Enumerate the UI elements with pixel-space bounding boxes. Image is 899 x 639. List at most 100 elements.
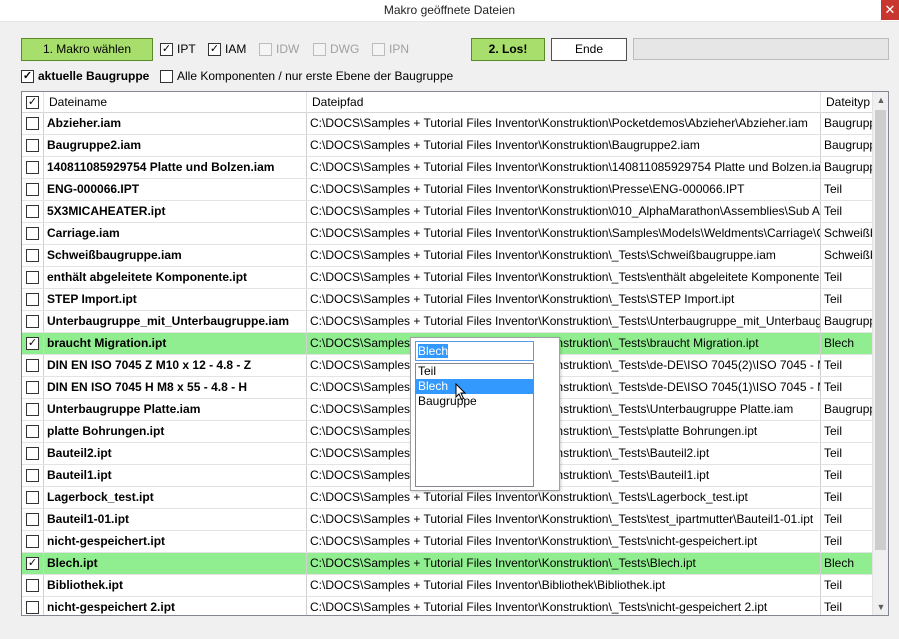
row-select-cell[interactable] bbox=[22, 509, 44, 530]
checkbox-box[interactable] bbox=[160, 69, 173, 83]
close-icon[interactable]: ✕ bbox=[881, 0, 899, 20]
cell-filepath[interactable]: C:\DOCS\Samples + Tutorial Files Invento… bbox=[307, 487, 821, 508]
current-assembly-checkbox[interactable]: ✓ aktuelle Baugruppe bbox=[21, 68, 149, 84]
row-checkbox[interactable] bbox=[26, 403, 39, 416]
row-select-cell[interactable] bbox=[22, 377, 44, 398]
row-select-cell[interactable] bbox=[22, 443, 44, 464]
cell-filepath[interactable]: C:\DOCS\Samples + Tutorial Files Invento… bbox=[307, 597, 821, 615]
all-components-checkbox[interactable]: Alle Komponenten / nur erste Ebene der B… bbox=[160, 68, 453, 84]
row-select-cell[interactable]: ✓ bbox=[22, 333, 44, 354]
cell-filename[interactable]: nicht-gespeichert 2.ipt bbox=[44, 597, 307, 615]
cell-filename[interactable]: Schweißbaugruppe.iam bbox=[44, 245, 307, 266]
scroll-up-icon[interactable]: ▲ bbox=[873, 92, 888, 108]
type-dropdown-input[interactable]: Blech bbox=[415, 341, 534, 361]
row-select-cell[interactable] bbox=[22, 399, 44, 420]
cell-filename[interactable]: Bauteil1-01.ipt bbox=[44, 509, 307, 530]
cell-filepath[interactable]: C:\DOCS\Samples + Tutorial Files Invento… bbox=[307, 289, 821, 310]
row-checkbox[interactable] bbox=[26, 315, 39, 328]
table-row[interactable]: enthält abgeleitete Komponente.ipt C:\DOC… bbox=[22, 267, 874, 289]
row-checkbox[interactable] bbox=[26, 579, 39, 592]
column-header-filetype[interactable]: Dateityp bbox=[821, 92, 874, 113]
cell-filetype[interactable]: Teil bbox=[821, 355, 874, 376]
row-select-cell[interactable] bbox=[22, 289, 44, 310]
filter-iam-checkbox[interactable]: ✓ IAM bbox=[208, 41, 246, 57]
dropdown-option[interactable]: Blech bbox=[416, 379, 533, 394]
row-select-cell[interactable]: ✓ bbox=[22, 553, 44, 574]
row-select-cell[interactable] bbox=[22, 465, 44, 486]
row-select-cell[interactable] bbox=[22, 113, 44, 134]
cell-filetype[interactable]: Baugruppe bbox=[821, 311, 874, 332]
row-select-cell[interactable] bbox=[22, 575, 44, 596]
row-checkbox[interactable] bbox=[26, 161, 39, 174]
table-row[interactable]: Bibliothek.ipt C:\DOCS\Samples + Tutorial… bbox=[22, 575, 874, 597]
cell-filename[interactable]: Unterbaugruppe Platte.iam bbox=[44, 399, 307, 420]
table-row[interactable]: Unterbaugruppe_mit_Unterbaugruppe.iam C:\… bbox=[22, 311, 874, 333]
row-checkbox[interactable] bbox=[26, 227, 39, 240]
row-select-cell[interactable] bbox=[22, 267, 44, 288]
table-row[interactable]: 5X3MICAHEATER.ipt C:\DOCS\Samples + Tutor… bbox=[22, 201, 874, 223]
row-checkbox[interactable] bbox=[26, 359, 39, 372]
cell-filetype[interactable]: Teil bbox=[821, 597, 874, 615]
cell-filepath[interactable]: C:\DOCS\Samples + Tutorial Files Invento… bbox=[307, 443, 821, 464]
type-dropdown[interactable]: Blech Teil Blech Baugruppe bbox=[410, 337, 560, 491]
cell-filetype[interactable]: Teil bbox=[821, 443, 874, 464]
dropdown-option[interactable]: Teil bbox=[416, 364, 533, 379]
cell-filepath[interactable]: C:\DOCS\Samples + Tutorial Files Invento… bbox=[307, 245, 821, 266]
run-button[interactable]: 2. Los! bbox=[471, 38, 545, 61]
cell-filepath[interactable]: C:\DOCS\Samples + Tutorial Files Invento… bbox=[307, 201, 821, 222]
cell-filetype[interactable]: Baugruppe bbox=[821, 157, 874, 178]
cell-filepath[interactable]: C:\DOCS\Samples + Tutorial Files Invento… bbox=[307, 531, 821, 552]
cell-filetype[interactable]: Teil bbox=[821, 377, 874, 398]
cell-filename[interactable]: Abzieher.iam bbox=[44, 113, 307, 134]
row-select-cell[interactable] bbox=[22, 487, 44, 508]
table-row[interactable]: nicht-gespeichert 2.ipt C:\DOCS\Samples +… bbox=[22, 597, 874, 615]
row-select-cell[interactable] bbox=[22, 245, 44, 266]
scroll-down-icon[interactable]: ▼ bbox=[873, 599, 888, 615]
row-select-cell[interactable] bbox=[22, 597, 44, 615]
scroll-thumb[interactable] bbox=[875, 110, 886, 550]
cell-filepath[interactable]: C:\DOCS\Samples + Tutorial Files Invento… bbox=[307, 267, 821, 288]
cell-filepath[interactable]: C:\DOCS\Samples + Tutorial Files Invento… bbox=[307, 465, 821, 486]
row-checkbox[interactable] bbox=[26, 271, 39, 284]
cell-filename[interactable]: Lagerbock_test.ipt bbox=[44, 487, 307, 508]
cell-filename[interactable]: Carriage.iam bbox=[44, 223, 307, 244]
cell-filetype[interactable]: Teil bbox=[821, 465, 874, 486]
cell-filetype[interactable]: Schweißbg. bbox=[821, 223, 874, 244]
checkbox-box[interactable]: ✓ bbox=[21, 69, 34, 83]
cell-filename[interactable]: Blech.ipt bbox=[44, 553, 307, 574]
cell-filetype[interactable]: Teil bbox=[821, 509, 874, 530]
cell-filename[interactable]: Unterbaugruppe_mit_Unterbaugruppe.iam bbox=[44, 311, 307, 332]
cell-filename[interactable]: DIN EN ISO 7045 Z M10 x 12 - 4.8 - Z bbox=[44, 355, 307, 376]
table-row[interactable]: Bauteil1-01.ipt C:\DOCS\Samples + Tutoria… bbox=[22, 509, 874, 531]
row-checkbox[interactable] bbox=[26, 491, 39, 504]
cell-filetype[interactable]: Teil bbox=[821, 289, 874, 310]
row-select-cell[interactable] bbox=[22, 421, 44, 442]
cell-filename[interactable]: nicht-gespeichert.ipt bbox=[44, 531, 307, 552]
cell-filename[interactable]: platte Bohrungen.ipt bbox=[44, 421, 307, 442]
row-checkbox[interactable] bbox=[26, 425, 39, 438]
cell-filename[interactable]: 5X3MICAHEATER.ipt bbox=[44, 201, 307, 222]
table-row[interactable]: Carriage.iam C:\DOCS\Samples + Tutorial F… bbox=[22, 223, 874, 245]
column-header-filepath[interactable]: Dateipfad bbox=[307, 92, 821, 113]
table-row[interactable]: Schweißbaugruppe.iam C:\DOCS\Samples + Tu… bbox=[22, 245, 874, 267]
row-select-cell[interactable] bbox=[22, 201, 44, 222]
row-checkbox[interactable] bbox=[26, 469, 39, 482]
header-select-all[interactable]: ✓ bbox=[22, 92, 44, 113]
cell-filetype[interactable]: Teil bbox=[821, 531, 874, 552]
row-checkbox[interactable] bbox=[26, 513, 39, 526]
cell-filepath[interactable]: C:\DOCS\Samples + Tutorial Files Invento… bbox=[307, 333, 821, 354]
cell-filetype[interactable]: Blech bbox=[821, 333, 874, 354]
select-all-checkbox[interactable]: ✓ bbox=[26, 96, 39, 109]
cell-filepath[interactable]: C:\DOCS\Samples + Tutorial Files Invento… bbox=[307, 223, 821, 244]
cell-filetype[interactable]: Baugruppe bbox=[821, 135, 874, 156]
cell-filetype[interactable]: Teil bbox=[821, 487, 874, 508]
row-checkbox[interactable]: ✓ bbox=[26, 337, 39, 350]
cell-filepath[interactable]: C:\DOCS\Samples + Tutorial Files Invento… bbox=[307, 421, 821, 442]
cell-filename[interactable]: enthält abgeleitete Komponente.ipt bbox=[44, 267, 307, 288]
end-button[interactable]: Ende bbox=[551, 38, 627, 61]
cell-filename[interactable]: Bibliothek.ipt bbox=[44, 575, 307, 596]
cell-filetype[interactable]: Teil bbox=[821, 421, 874, 442]
cell-filetype[interactable]: Teil bbox=[821, 267, 874, 288]
row-checkbox[interactable] bbox=[26, 381, 39, 394]
cell-filepath[interactable]: C:\DOCS\Samples + Tutorial Files Invento… bbox=[307, 377, 821, 398]
